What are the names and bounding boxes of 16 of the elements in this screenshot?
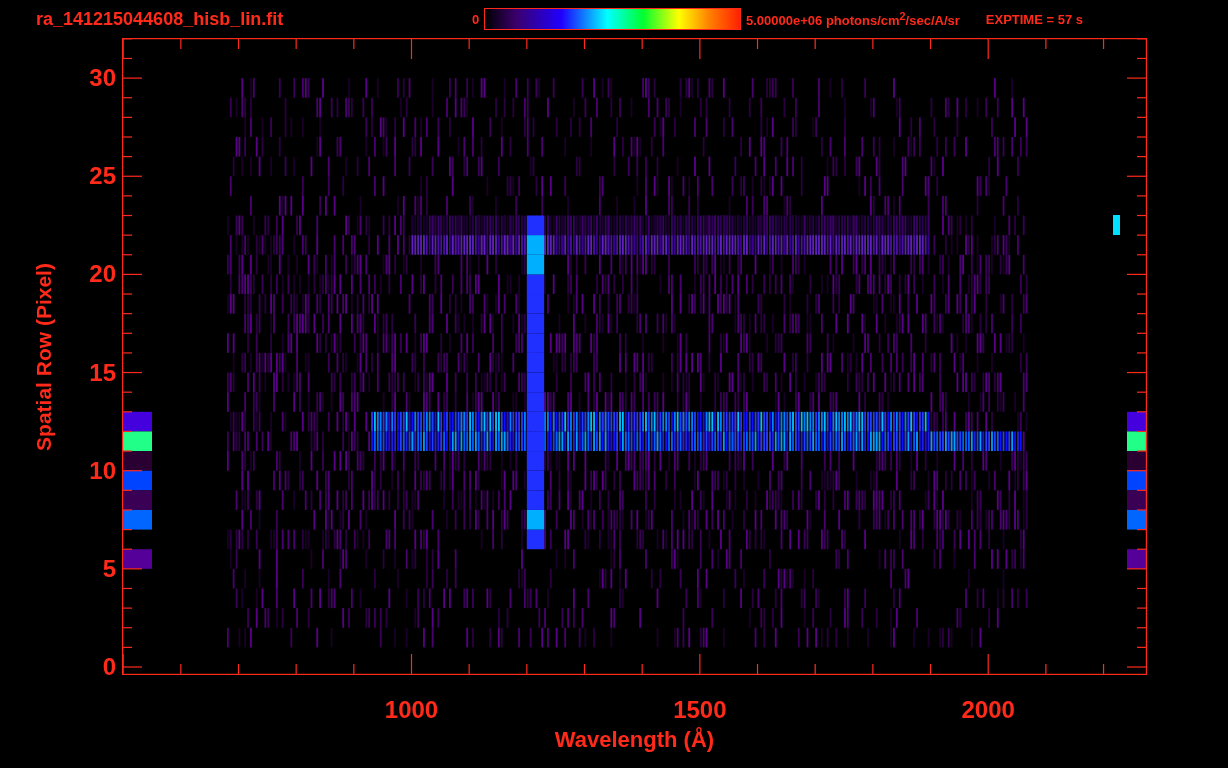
x-tick-label: 2000 — [961, 697, 1015, 723]
y-axis-label: Spatial Row (Pixel) — [32, 262, 56, 451]
y-tick-label: 10 — [89, 458, 116, 483]
y-tick-label: 5 — [102, 556, 116, 581]
x-tick-label: 1000 — [384, 697, 439, 723]
colorbar-min-label: 0 — [472, 11, 481, 27]
exposure-time: EXPTIME = 57 s — [985, 11, 1083, 27]
y-tick-label: 20 — [89, 262, 116, 287]
x-tick-label: 1500 — [673, 697, 727, 723]
y-tick-label: 0 — [102, 655, 116, 679]
colorbar-max-label: 5.00000e+06 photons/cm$^{2}$/sec/A/sr — [746, 9, 960, 29]
y-tick-label: 15 — [89, 360, 116, 385]
x-axis-label: Wavelength (Å) — [554, 727, 715, 753]
y-tick-label: 25 — [89, 164, 116, 189]
y-tick-label: 30 — [89, 66, 116, 91]
file-name: ra_141215044608_hisb_lin.fit — [36, 8, 285, 30]
